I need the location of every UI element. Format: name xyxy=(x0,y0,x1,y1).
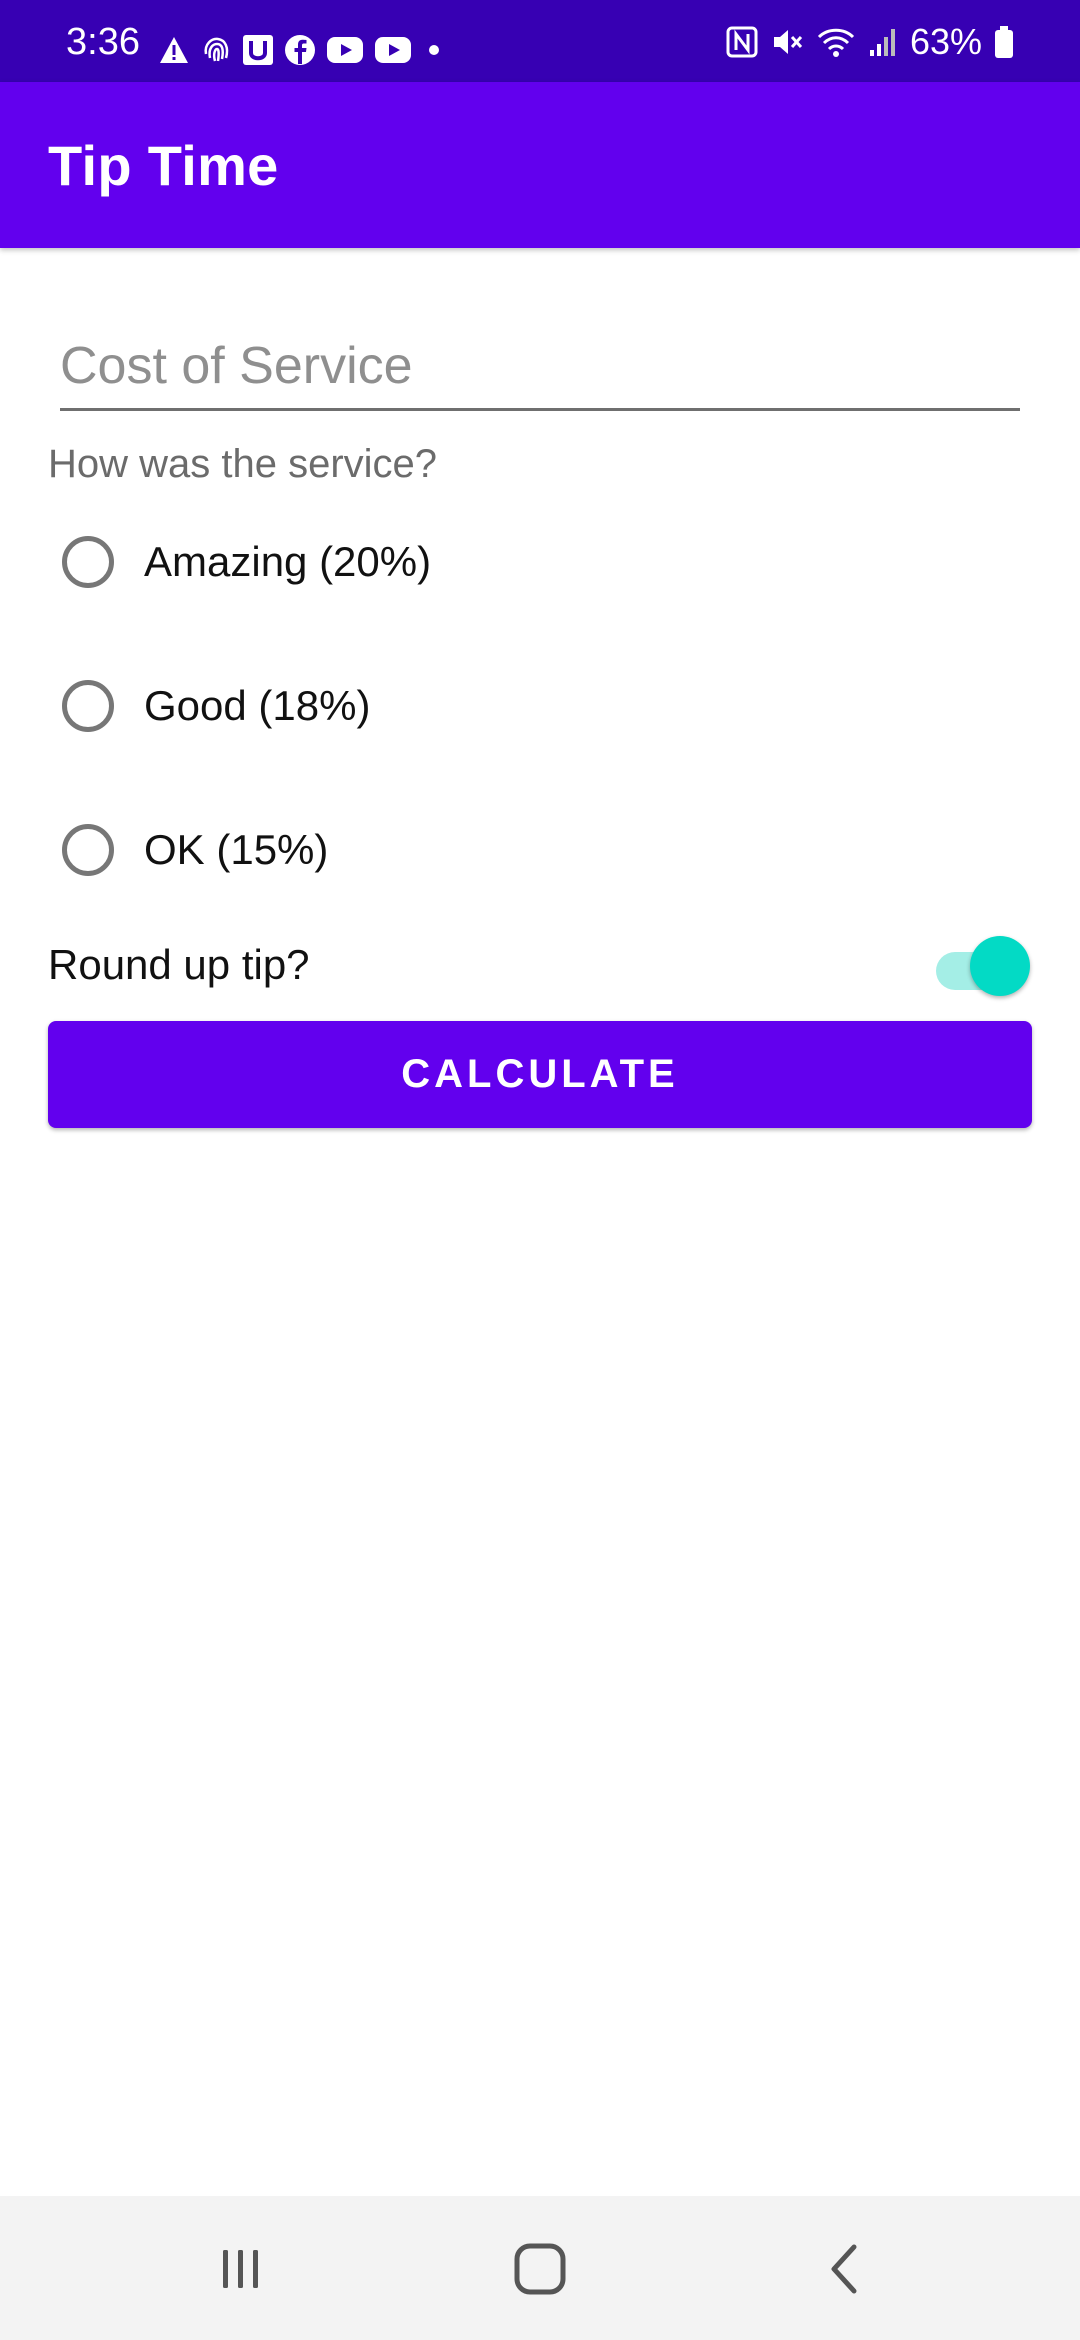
service-question-label: How was the service? xyxy=(48,442,438,486)
cost-of-service-input[interactable]: Cost of Service xyxy=(60,330,1020,411)
youtube-icon xyxy=(327,37,363,63)
warning-icon xyxy=(160,37,188,63)
battery-percent: 63% xyxy=(909,21,982,62)
home-button[interactable] xyxy=(500,2234,580,2304)
switch-thumb xyxy=(970,936,1030,996)
calculate-button[interactable]: CALCULATE xyxy=(48,1021,1032,1128)
navigation-bar xyxy=(0,2196,1080,2340)
status-bar: 3:36 63% xyxy=(0,0,1080,82)
mute-icon xyxy=(773,30,803,54)
signal-icon xyxy=(869,29,895,56)
radio-button[interactable] xyxy=(62,824,114,876)
radio-button[interactable] xyxy=(62,680,114,732)
radio-option-good[interactable]: Good (18%) xyxy=(62,666,662,746)
round-up-switch[interactable] xyxy=(930,936,1030,996)
youtube-icon xyxy=(375,37,411,63)
nfc-icon xyxy=(726,26,758,58)
facebook-icon xyxy=(285,35,315,65)
radio-option-amazing[interactable]: Amazing (20%) xyxy=(62,522,662,602)
radio-label: OK (15%) xyxy=(144,826,329,873)
radio-option-ok[interactable]: OK (15%) xyxy=(62,810,662,890)
recent-apps-button[interactable] xyxy=(200,2234,280,2304)
radio-label: Amazing (20%) xyxy=(144,538,432,585)
notification-icons xyxy=(158,30,446,70)
radio-button[interactable] xyxy=(62,536,114,588)
recent-apps-icon xyxy=(223,2250,258,2288)
back-icon xyxy=(831,2244,857,2294)
status-time: 3:36 xyxy=(66,21,140,63)
round-up-label: Round up tip? xyxy=(48,941,310,988)
system-status: 63% xyxy=(726,22,1014,62)
round-up-row: Round up tip? xyxy=(48,936,1032,996)
radio-label: Good (18%) xyxy=(144,682,371,729)
fingerprint-icon xyxy=(204,37,229,62)
u-app-icon xyxy=(243,35,273,65)
app-bar: Tip Time xyxy=(0,82,1080,248)
dot-icon xyxy=(429,45,439,55)
battery-icon xyxy=(995,26,1013,58)
wifi-icon xyxy=(817,28,854,57)
home-icon xyxy=(514,2243,566,2295)
back-button[interactable] xyxy=(804,2234,884,2304)
app-title: Tip Time xyxy=(48,134,279,197)
